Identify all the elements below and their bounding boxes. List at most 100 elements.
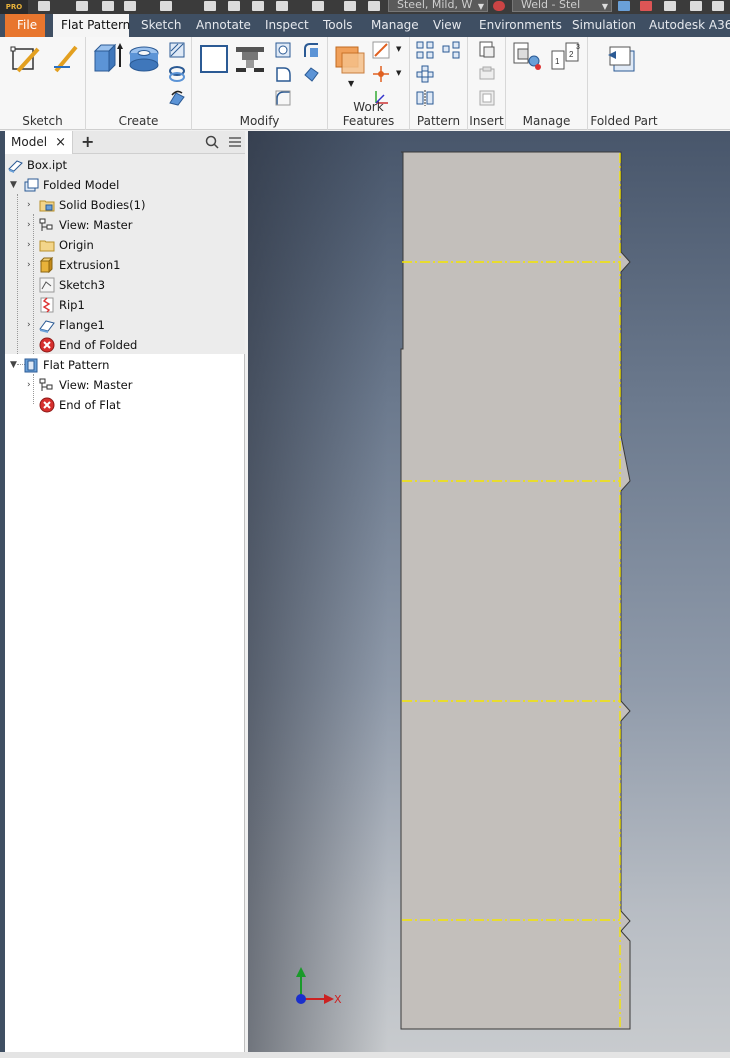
fx-icon[interactable] bbox=[664, 1, 676, 11]
tab-inspect[interactable]: Inspect bbox=[265, 14, 309, 37]
flat-pattern-model[interactable]: X bbox=[248, 131, 730, 1052]
menu-icon[interactable] bbox=[229, 136, 241, 148]
chevron-right-icon[interactable]: › bbox=[27, 215, 31, 235]
coil-icon[interactable] bbox=[168, 89, 186, 107]
svg-text:2: 2 bbox=[569, 50, 574, 59]
close-icon[interactable]: × bbox=[55, 131, 66, 154]
chevron-right-icon[interactable]: › bbox=[27, 375, 31, 395]
chevron-right-icon[interactable]: › bbox=[27, 255, 31, 275]
fold-icon[interactable] bbox=[274, 89, 292, 107]
search-icon[interactable] bbox=[205, 135, 219, 149]
add-tab-button[interactable]: + bbox=[81, 131, 94, 152]
material-icon[interactable] bbox=[368, 1, 380, 11]
rectangular-pattern-icon[interactable] bbox=[416, 41, 434, 59]
appearance-icon[interactable] bbox=[493, 1, 505, 11]
sketch-driven-pattern-icon[interactable] bbox=[442, 41, 460, 59]
insert-points-icon[interactable] bbox=[478, 65, 496, 83]
color-icon[interactable] bbox=[344, 1, 356, 11]
tab-sketch[interactable]: Sketch bbox=[141, 14, 181, 37]
chevron-right-icon[interactable]: › bbox=[27, 195, 31, 215]
corner-chamfer-icon[interactable] bbox=[274, 65, 292, 83]
sketch-icon bbox=[39, 277, 55, 293]
new-icon[interactable] bbox=[38, 1, 50, 11]
chevron-down-icon[interactable]: ▼ bbox=[348, 79, 354, 88]
mirror-icon[interactable] bbox=[416, 89, 434, 107]
tab-view[interactable]: View bbox=[433, 14, 461, 37]
corner-round-icon[interactable] bbox=[302, 41, 320, 59]
tab-manage[interactable]: Manage bbox=[371, 14, 419, 37]
clear-appearance-icon[interactable] bbox=[618, 1, 630, 11]
chevron-down-icon[interactable]: ▼ bbox=[10, 355, 17, 375]
view-triad: X bbox=[296, 967, 342, 1006]
folded-model-icon bbox=[24, 178, 39, 192]
flat-pattern-face[interactable] bbox=[400, 151, 631, 1030]
app-logo[interactable]: PRO bbox=[0, 0, 28, 14]
bend-icon[interactable] bbox=[302, 65, 320, 83]
print-icon[interactable] bbox=[228, 1, 240, 11]
point-icon[interactable] bbox=[372, 65, 390, 83]
tab-environments[interactable]: Environments bbox=[479, 14, 562, 37]
sweep-icon[interactable] bbox=[168, 65, 186, 83]
axis-icon[interactable] bbox=[372, 41, 390, 59]
panel-folded-part: Folded Part bbox=[588, 37, 660, 130]
save-icon[interactable] bbox=[102, 1, 114, 11]
flange-icon bbox=[39, 320, 55, 333]
rip-icon bbox=[40, 297, 54, 313]
tree-connector bbox=[33, 374, 34, 404]
extrude-icon[interactable] bbox=[91, 41, 123, 73]
ribbon: Sketch Create Modify ▼ ▼ ▼ Work Features… bbox=[0, 37, 730, 130]
material-combo[interactable]: Steel, Mild, W ▼ bbox=[388, 0, 488, 12]
chevron-right-icon[interactable]: › bbox=[27, 315, 31, 335]
tree-connector bbox=[17, 194, 18, 354]
panel-label-work-features: Work Features bbox=[342, 100, 395, 128]
extrusion-icon bbox=[39, 257, 54, 273]
insert-image-icon[interactable] bbox=[478, 41, 496, 59]
update-icon[interactable] bbox=[252, 1, 264, 11]
home-icon[interactable] bbox=[204, 1, 216, 11]
finish-sketch-icon[interactable] bbox=[50, 43, 82, 75]
add-icon[interactable] bbox=[690, 1, 702, 11]
undo-icon[interactable] bbox=[124, 1, 136, 11]
tab-annotate[interactable]: Annotate bbox=[196, 14, 251, 37]
appearance-combo[interactable]: Weld - Stel ▼ bbox=[512, 0, 612, 12]
tab-autodesk-a360[interactable]: Autodesk A360 bbox=[649, 14, 730, 37]
panel-modify: Modify bbox=[192, 37, 328, 130]
browser-tab-model[interactable]: Model × bbox=[5, 131, 73, 154]
ribbon-tabs: File Flat Pattern Sketch Annotate Inspec… bbox=[0, 14, 730, 37]
plane-icon[interactable] bbox=[334, 43, 366, 75]
circular-pattern-icon[interactable] bbox=[416, 65, 434, 83]
open-icon[interactable] bbox=[76, 1, 88, 11]
chevron-down-icon[interactable]: ▼ bbox=[396, 69, 401, 77]
end-of-part-icon bbox=[39, 337, 55, 353]
start-2d-sketch-icon[interactable] bbox=[10, 43, 42, 75]
parameters-icon[interactable] bbox=[512, 41, 544, 73]
chevron-down-icon[interactable]: ▼ bbox=[10, 175, 17, 195]
tab-flat-pattern[interactable]: Flat Pattern bbox=[53, 14, 130, 37]
hole-icon[interactable] bbox=[274, 41, 292, 59]
tab-simulation[interactable]: Simulation bbox=[572, 14, 636, 37]
panel-sketch: Sketch bbox=[0, 37, 86, 130]
import-icon[interactable] bbox=[478, 89, 496, 107]
cut-icon[interactable] bbox=[198, 43, 230, 75]
redo-icon[interactable] bbox=[160, 1, 172, 11]
tab-tools[interactable]: Tools bbox=[323, 14, 353, 37]
clear-override-icon[interactable] bbox=[640, 1, 652, 11]
select-icon[interactable] bbox=[312, 1, 324, 11]
graphics-viewport[interactable]: X bbox=[248, 131, 730, 1052]
go-to-folded-part-icon[interactable] bbox=[606, 43, 638, 75]
loft-icon[interactable] bbox=[168, 41, 186, 59]
panel-pattern: Pattern bbox=[410, 37, 468, 130]
triad-x-arrow bbox=[324, 994, 334, 1004]
customize-icon[interactable] bbox=[712, 1, 724, 11]
flat-pattern-number-icon[interactable]: 1 2 3 bbox=[550, 41, 582, 73]
measure-icon[interactable] bbox=[276, 1, 288, 11]
punch-tool-icon[interactable] bbox=[234, 43, 266, 75]
triad-x-label: X bbox=[334, 993, 342, 1006]
revolve-icon[interactable] bbox=[128, 43, 160, 75]
panel-label-folded-part: Folded Part bbox=[590, 114, 658, 128]
chevron-down-icon[interactable]: ▼ bbox=[396, 45, 401, 53]
chevron-right-icon[interactable]: › bbox=[27, 235, 31, 255]
view-rep-icon bbox=[39, 218, 53, 231]
tab-file[interactable]: File bbox=[5, 14, 45, 37]
panel-insert: Insert bbox=[468, 37, 506, 130]
